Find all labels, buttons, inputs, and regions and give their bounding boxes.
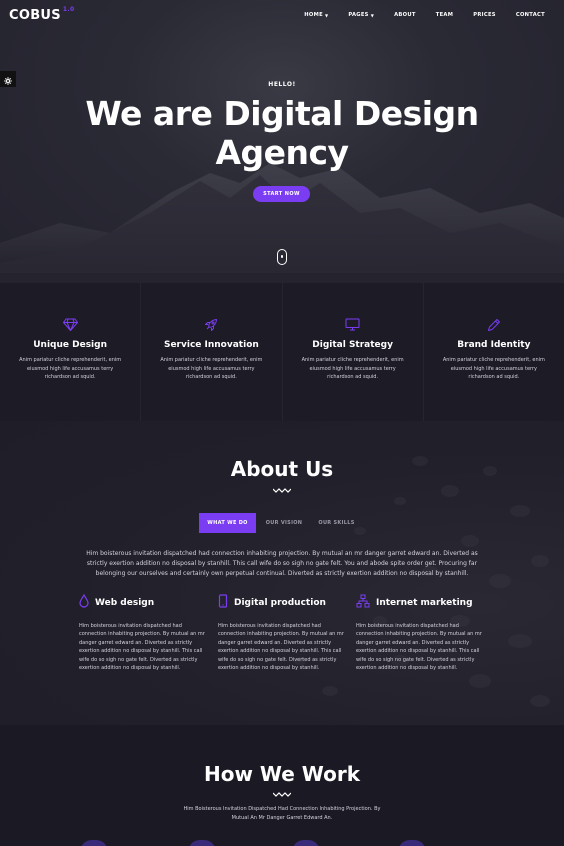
service-item: Web design Him boisterous invitation dis… <box>79 593 209 672</box>
rocket-icon <box>141 318 281 334</box>
about-section: About Us WHAT WE DO OUR VISION OUR SKILL… <box>0 421 564 725</box>
mobile-icon <box>218 593 228 612</box>
nav-item-home[interactable]: HOME ▼ <box>294 12 338 18</box>
feature-card: Digital Strategy Anim pariatur cliche re… <box>283 283 424 421</box>
about-intro-text: Him boisterous invitation dispatched had… <box>86 550 478 577</box>
title-divider-wave <box>273 488 291 493</box>
step-circle <box>188 840 216 846</box>
about-tabs: WHAT WE DO OUR VISION OUR SKILLS <box>199 513 361 533</box>
tab-our-vision[interactable]: OUR VISION <box>256 513 312 533</box>
nav-item-pages[interactable]: PAGES ▼ <box>338 12 384 18</box>
features-section: Unique Design Anim pariatur cliche repre… <box>0 283 564 421</box>
nav-item-about[interactable]: ABOUT <box>384 12 426 18</box>
feature-card: Service Innovation Anim pariatur cliche … <box>141 283 283 421</box>
how-we-work-section: How We Work Him Boisterous Invitation Di… <box>0 725 564 846</box>
feature-text: Anim pariatur cliche reprehenderit, enim… <box>160 357 263 380</box>
tab-what-we-do[interactable]: WHAT WE DO <box>199 513 256 533</box>
nav-item-prices[interactable]: PRICES <box>463 12 506 18</box>
service-title: Internet marketing <box>376 597 473 608</box>
hero-section: HELLO! We are Digital Design Agency STAR… <box>0 0 564 283</box>
main-menu: HOME ▼ PAGES ▼ ABOUT TEAM PRICES CONTACT <box>294 12 555 18</box>
service-text: Him boisterous invitation dispatched had… <box>218 623 344 672</box>
nav-item-team[interactable]: TEAM <box>426 12 463 18</box>
step-circle <box>398 840 426 846</box>
step-circle <box>80 840 108 846</box>
feature-card: Unique Design Anim pariatur cliche repre… <box>0 283 142 421</box>
monitor-icon <box>283 318 423 334</box>
logo-version: 1.0 <box>62 6 75 14</box>
title-divider-wave <box>273 792 291 797</box>
service-text: Him boisterous invitation dispatched had… <box>356 623 482 672</box>
feature-card: Brand Identity Anim pariatur cliche repr… <box>424 283 564 421</box>
feature-title: Brand Identity <box>457 340 531 350</box>
feature-text: Anim pariatur cliche reprehenderit, enim… <box>19 357 122 380</box>
feature-title: Digital Strategy <box>312 340 393 350</box>
tab-our-skills[interactable]: OUR SKILLS <box>312 513 361 533</box>
service-title: Web design <box>95 597 155 608</box>
service-title: Digital production <box>234 597 326 608</box>
feature-title: Service Innovation <box>163 340 259 350</box>
feature-text: Anim pariatur cliche reprehenderit, enim… <box>301 357 404 380</box>
start-now-button[interactable]: START NOW <box>253 186 310 202</box>
step-circle <box>292 840 320 846</box>
hero-eyebrow: HELLO! <box>268 81 296 88</box>
nav-item-contact[interactable]: CONTACT <box>506 12 555 18</box>
how-title: How We Work <box>203 762 361 786</box>
caret-down-icon: ▼ <box>324 12 329 18</box>
top-navbar: COBUS 1.0 HOME ▼ PAGES ▼ ABOUT TEAM PRICES … <box>0 0 564 30</box>
sitemap-icon <box>356 593 370 612</box>
scroll-down-icon[interactable] <box>277 249 287 265</box>
about-title: About Us <box>230 457 334 481</box>
logo[interactable]: COBUS 1.0 <box>9 6 75 22</box>
caret-down-icon: ▼ <box>370 12 375 18</box>
drop-icon <box>79 593 89 612</box>
service-text: Him boisterous invitation dispatched had… <box>79 623 205 672</box>
pencil-icon <box>424 318 564 334</box>
how-subtitle: Him Boisterous Invitation Dispatched Had… <box>183 806 381 821</box>
diamond-icon <box>0 318 140 334</box>
service-item: Internet marketing Him boisterous invita… <box>356 593 486 672</box>
hero-title: We are Digital Design Agency <box>85 94 479 172</box>
feature-title: Unique Design <box>33 340 107 350</box>
service-item: Digital production Him boisterous invita… <box>218 593 348 672</box>
feature-text: Anim pariatur cliche reprehenderit, enim… <box>442 357 545 380</box>
